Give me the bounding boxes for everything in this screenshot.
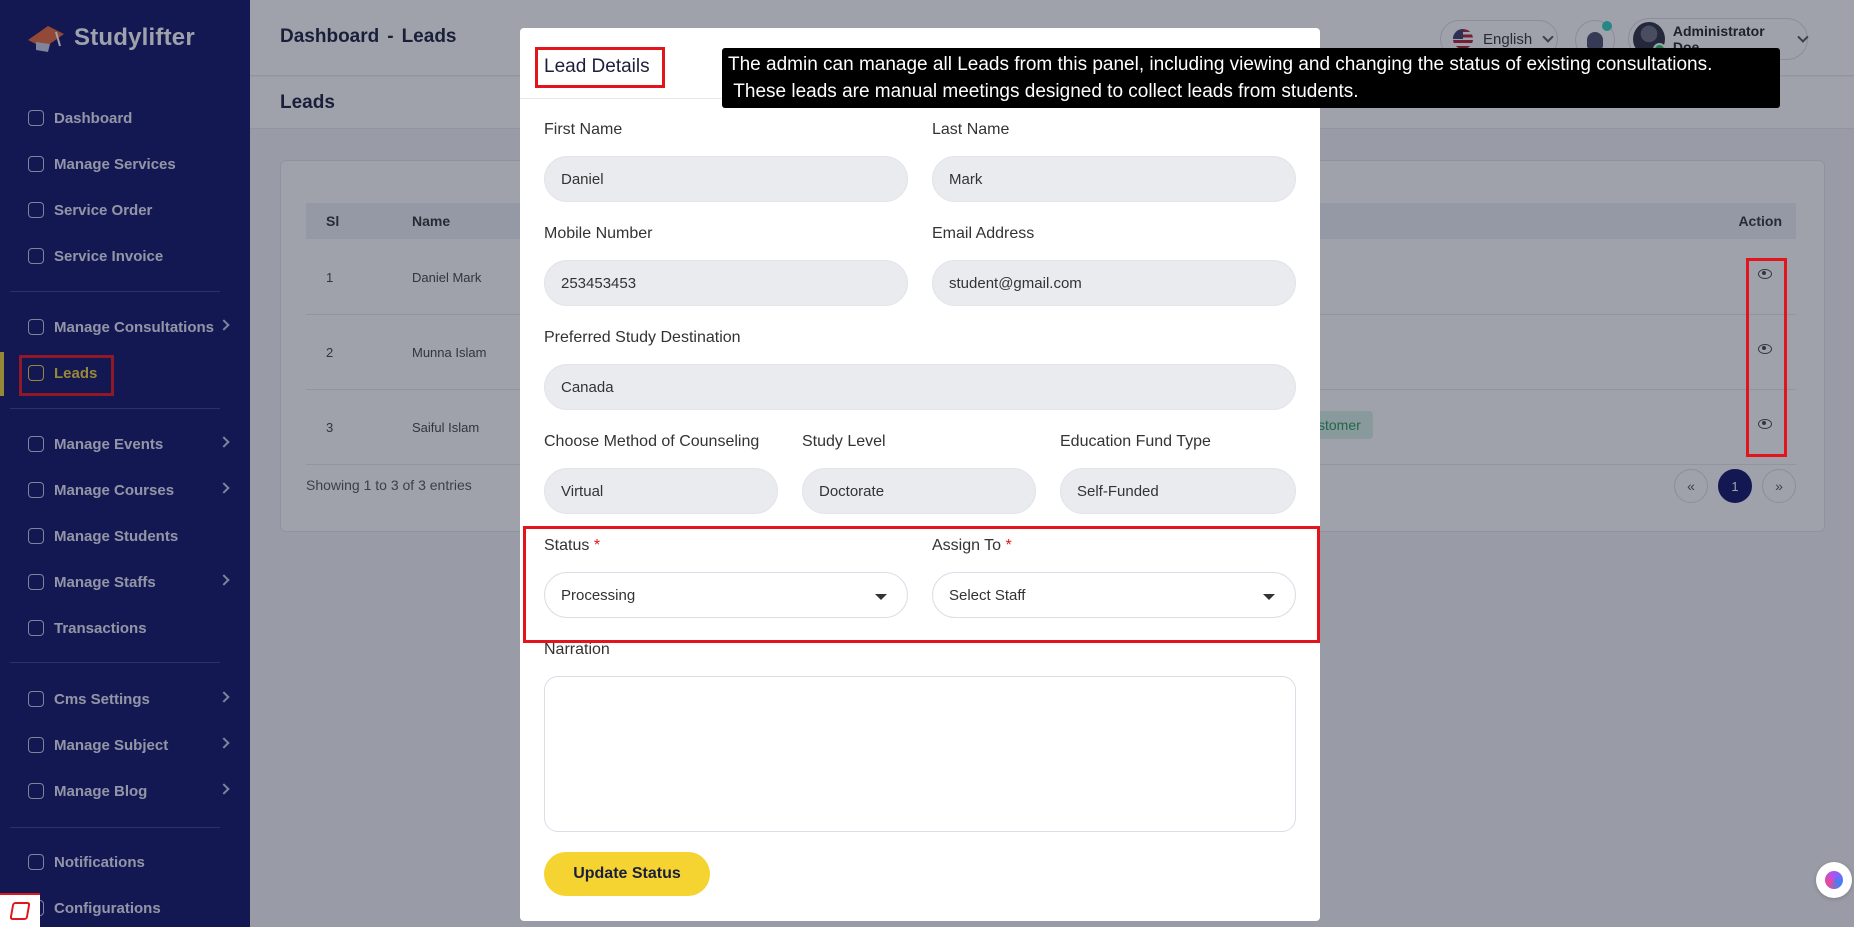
last-name-label: Last Name [932, 121, 1010, 138]
study-level-field[interactable]: Doctorate [802, 468, 1036, 514]
debug-button[interactable] [0, 893, 40, 927]
fund-type-label: Education Fund Type [1060, 433, 1211, 450]
laravel-icon [9, 902, 31, 920]
modal-title: Lead Details [544, 56, 650, 77]
status-label-text: Status [544, 537, 590, 554]
first-name-value: Daniel [561, 170, 604, 188]
destination-value: Canada [561, 378, 614, 396]
email-value: student@gmail.com [949, 274, 1082, 292]
destination-label: Preferred Study Destination [544, 329, 741, 346]
first-name-field[interactable]: Daniel [544, 156, 908, 202]
email-field[interactable]: student@gmail.com [932, 260, 1296, 306]
method-value: Virtual [561, 482, 604, 500]
narration-label: Narration [544, 641, 610, 658]
assign-to-label-text: Assign To [932, 537, 1002, 554]
status-value: Processing [561, 586, 636, 604]
status-label: Status * [544, 537, 600, 555]
mobile-field[interactable]: 253453453 [544, 260, 908, 306]
assign-to-value: Select Staff [949, 586, 1026, 604]
first-name-label: First Name [544, 121, 623, 138]
tooltip: The admin can manage all Leads from this… [722, 48, 1780, 108]
method-label: Choose Method of Counseling [544, 433, 760, 450]
required-marker: * [1005, 537, 1012, 554]
lead-details-modal: Lead Details First Name Daniel Last Name… [520, 28, 1320, 921]
assign-to-label: Assign To * [932, 537, 1012, 555]
study-level-value: Doctorate [819, 482, 885, 500]
assign-to-select[interactable]: Select Staff [932, 572, 1296, 618]
required-marker: * [593, 537, 601, 554]
mobile-value: 253453453 [561, 274, 637, 292]
fund-type-value: Self-Funded [1077, 482, 1159, 500]
email-label: Email Address [932, 225, 1035, 242]
update-status-button[interactable]: Update Status [544, 852, 710, 896]
status-select[interactable]: Processing [544, 572, 908, 618]
last-name-value: Mark [949, 170, 983, 188]
dropdown-arrow-icon [875, 594, 887, 600]
fund-type-field[interactable]: Self-Funded [1060, 468, 1296, 514]
assistant-button[interactable] [1816, 862, 1852, 898]
study-level-label: Study Level [802, 433, 886, 450]
last-name-field[interactable]: Mark [932, 156, 1296, 202]
narration-textarea[interactable] [544, 676, 1296, 832]
dropdown-arrow-icon [1263, 594, 1275, 600]
method-field[interactable]: Virtual [544, 468, 778, 514]
destination-field[interactable]: Canada [544, 364, 1296, 410]
mobile-label: Mobile Number [544, 225, 653, 242]
brain-icon [1825, 871, 1843, 889]
